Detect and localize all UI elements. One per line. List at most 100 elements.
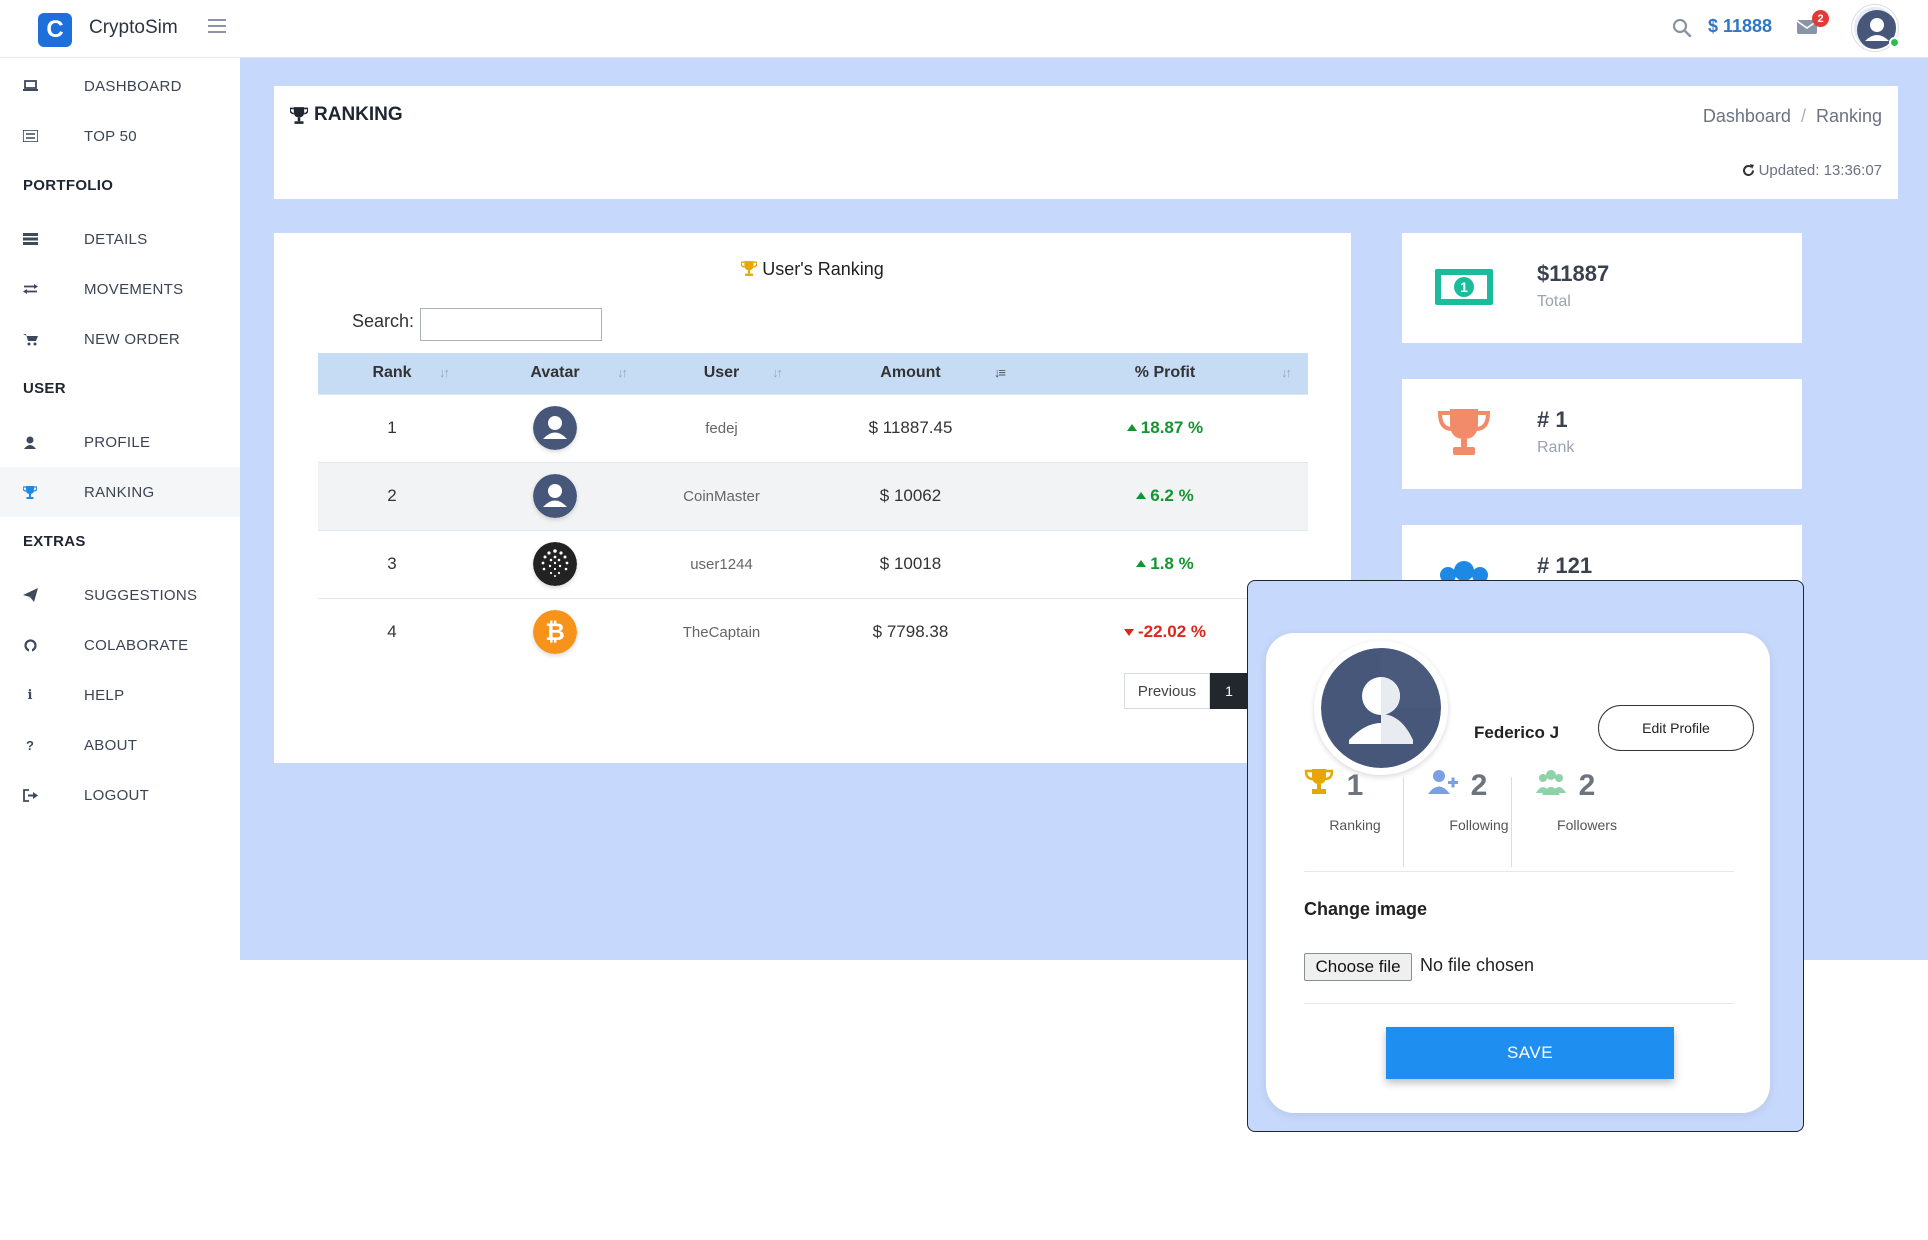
sidebar-item-about[interactable]: ? ABOUT xyxy=(0,720,240,770)
app-name[interactable]: CryptoSim xyxy=(89,17,178,39)
sidebar-item-colaborate[interactable]: COLABORATE xyxy=(0,620,240,670)
paper-plane-icon xyxy=(22,587,38,603)
profile-avatar[interactable] xyxy=(1314,641,1448,775)
section-divider xyxy=(1304,1003,1734,1004)
sidebar-item-profile[interactable]: PROFILE xyxy=(0,417,240,467)
updated-text: Updated: 13:36:07 xyxy=(1758,162,1882,179)
user-silhouette-icon xyxy=(1321,648,1441,768)
logo-letter: C xyxy=(46,16,64,43)
table-row[interactable]: 2 CoinMaster $ 10062 6.2 % xyxy=(318,461,1308,530)
user-cell[interactable]: fedej xyxy=(644,393,799,462)
list-icon xyxy=(22,128,38,144)
page-header: RANKING Dashboard / Ranking Updated: 13:… xyxy=(274,86,1898,199)
sidebar-item-label: COLABORATE xyxy=(84,636,189,654)
table-row[interactable]: 3 user1244 $ 10018 1.8 % xyxy=(318,529,1308,598)
rank-cell: 1 xyxy=(318,393,466,462)
stat-label: Rank xyxy=(1537,439,1575,456)
breadcrumb-ranking: Ranking xyxy=(1815,106,1882,126)
sort-icon[interactable]: ↓↑ xyxy=(1281,365,1292,380)
sort-desc-icon[interactable]: ↓≡ xyxy=(994,365,1006,380)
stat-label: Total xyxy=(1537,293,1571,310)
updated-timestamp: Updated: 13:36:07 xyxy=(1742,162,1882,179)
sidebar-section-portfolio: PORTFOLIO xyxy=(23,177,114,194)
sidebar-item-details[interactable]: DETAILS xyxy=(0,214,240,264)
sidebar-item-top-50[interactable]: TOP 50 xyxy=(0,111,240,161)
stat-card-total: 1 $11887 Total xyxy=(1402,233,1802,343)
app-logo[interactable]: C xyxy=(38,13,72,47)
edit-profile-button[interactable]: Edit Profile xyxy=(1598,705,1754,751)
column-header-avatar[interactable]: Avatar ↓↑ xyxy=(466,353,644,394)
hamburger-menu-icon[interactable] xyxy=(208,16,226,36)
choose-file-button[interactable]: Choose file xyxy=(1304,953,1412,981)
sidebar-item-movements[interactable]: MOVEMENTS xyxy=(0,264,240,314)
amount-cell: $ 11887.45 xyxy=(799,393,1022,462)
search-label: Search: xyxy=(352,311,415,331)
balance-display[interactable]: $ 11888 xyxy=(1708,16,1772,37)
user-cell[interactable]: TheCaptain xyxy=(644,597,799,666)
breadcrumb-dashboard[interactable]: Dashboard xyxy=(1703,106,1791,127)
save-button[interactable]: SAVE xyxy=(1386,1027,1674,1079)
sidebar-item-dashboard[interactable]: DASHBOARD xyxy=(0,61,240,111)
sidebar-item-logout[interactable]: LOGOUT xyxy=(0,770,240,820)
page-title: RANKING xyxy=(290,104,403,126)
table-row[interactable]: 1 fedej $ 11887.45 18.87 % xyxy=(318,393,1308,462)
column-header-user[interactable]: User ↓↑ xyxy=(644,353,799,394)
svg-text:₿: ₿ xyxy=(545,619,565,646)
profile-stat-ranking: 1 Ranking xyxy=(1290,757,1420,849)
column-header-profit[interactable]: % Profit ↓↑ xyxy=(1022,353,1308,394)
stat-number: 1 xyxy=(1346,769,1364,802)
profile-popup: Federico J Edit Profile 1 Ranking 2 Foll… xyxy=(1247,580,1804,1132)
user-cell[interactable]: CoinMaster xyxy=(644,461,799,530)
sidebar-item-label: TOP 50 xyxy=(84,127,137,145)
sidebar-item-label: RANKING xyxy=(84,483,155,501)
sidebar-item-label: SUGGESTIONS xyxy=(84,586,198,604)
page-title-text: RANKING xyxy=(314,104,403,125)
sort-icon[interactable]: ↓↑ xyxy=(772,365,783,380)
sidebar: DASHBOARD TOP 50 PORTFOLIO DETAILS MOVEM… xyxy=(0,58,240,1240)
bitcoin-coin-avatar-icon: ₿ xyxy=(533,610,577,655)
profile-name: Federico J xyxy=(1474,723,1560,742)
default-user-avatar-icon xyxy=(533,474,577,518)
top-bar: C CryptoSim $ 11888 2 xyxy=(0,0,1928,58)
cart-icon xyxy=(22,331,38,347)
section-divider xyxy=(1304,871,1734,872)
online-status-dot xyxy=(1889,37,1900,48)
amount-cell: $ 10018 xyxy=(799,529,1022,598)
stat-divider xyxy=(1511,777,1512,867)
exchange-icon xyxy=(22,281,38,297)
sign-out-icon xyxy=(22,787,38,803)
caret-up-icon xyxy=(1136,492,1147,499)
sidebar-item-label: DETAILS xyxy=(84,230,148,248)
question-icon: ? xyxy=(26,737,34,753)
caret-up-icon xyxy=(1136,560,1147,567)
sort-icon[interactable]: ↓↑ xyxy=(617,365,628,380)
trophy-icon xyxy=(22,484,38,500)
file-status-text: No file chosen xyxy=(1420,955,1535,975)
sidebar-item-new-order[interactable]: NEW ORDER xyxy=(0,314,240,364)
breadcrumb-separator: / xyxy=(1800,106,1806,126)
column-header-amount[interactable]: Amount ↓≡ xyxy=(799,353,1022,394)
stat-value: # 121 xyxy=(1537,553,1593,578)
user-cell[interactable]: user1244 xyxy=(644,529,799,598)
rank-cell: 3 xyxy=(318,529,466,598)
search-icon[interactable] xyxy=(1672,18,1692,38)
sidebar-section-user: USER xyxy=(23,380,66,397)
sort-icon[interactable]: ↓↑ xyxy=(439,365,450,380)
stat-label: Ranking xyxy=(1329,817,1381,833)
stat-value: $11887 xyxy=(1537,261,1610,286)
profile-card: Federico J Edit Profile 1 Ranking 2 Foll… xyxy=(1266,633,1770,1113)
iota-coin-avatar-icon xyxy=(533,542,577,586)
sidebar-item-label: MOVEMENTS xyxy=(84,280,184,298)
pagination-previous-button[interactable]: Previous xyxy=(1124,673,1210,709)
profile-stat-followers[interactable]: 2 Followers xyxy=(1522,757,1652,849)
sidebar-item-suggestions[interactable]: SUGGESTIONS xyxy=(0,570,240,620)
column-header-rank[interactable]: Rank ↓↑ xyxy=(318,353,466,394)
svg-text:1: 1 xyxy=(1460,279,1468,295)
refresh-icon xyxy=(1742,164,1754,176)
sidebar-item-ranking[interactable]: RANKING xyxy=(0,467,240,517)
sidebar-item-help[interactable]: i HELP xyxy=(0,670,240,720)
search-input[interactable] xyxy=(420,308,602,341)
table-row[interactable]: 4 ₿ TheCaptain $ 7798.38 -22.02 % xyxy=(318,597,1308,666)
pagination-page-1-button[interactable]: 1 xyxy=(1210,673,1248,709)
breadcrumb: Dashboard / Ranking xyxy=(1703,106,1882,127)
